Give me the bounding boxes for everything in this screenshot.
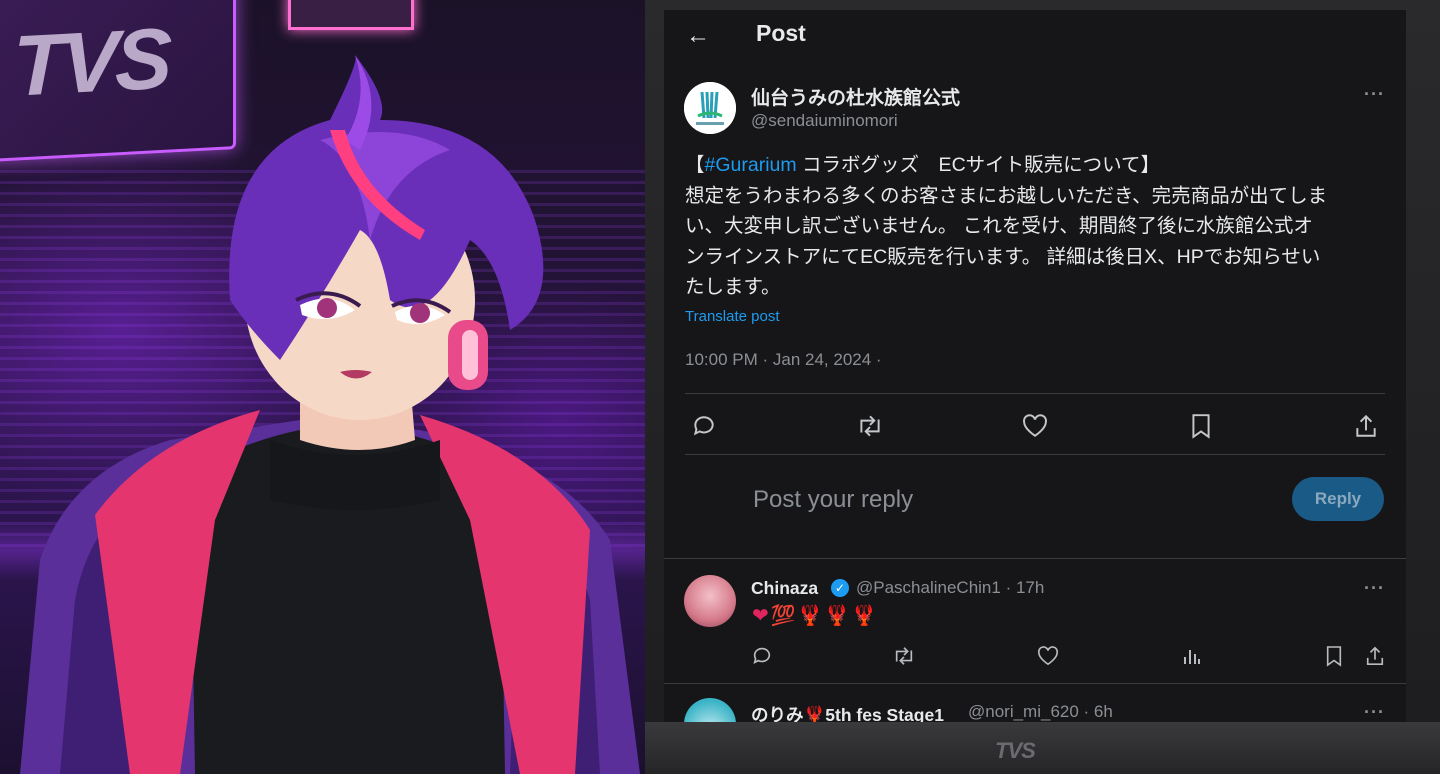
share-icon[interactable]: [1350, 410, 1382, 442]
share-icon[interactable]: [1363, 644, 1387, 668]
post-line-4: ンラインストアにてEC販売を行います。 詳細は後日X、HPでお知らせい: [685, 245, 1321, 268]
repost-icon[interactable]: [854, 410, 886, 442]
reply-avatar[interactable]: [684, 575, 736, 627]
author-display-name[interactable]: 仙台うみの杜水族館公式: [751, 83, 960, 110]
reply-author-name[interactable]: Chinaza: [751, 578, 818, 599]
verified-badge-icon: ✓: [831, 579, 849, 597]
post-timestamp: 10:00 PM · Jan 24, 2024 ·: [685, 350, 882, 369]
reply-icon[interactable]: [688, 410, 720, 442]
post-line-5: たします。: [685, 276, 781, 298]
views-icon[interactable]: [1180, 644, 1204, 668]
monitor-bezel: [645, 722, 1440, 774]
reply-author-name[interactable]: のりみ🦞5th fes Stage1: [751, 702, 944, 722]
post-detail-screen: ← Post 仙台うみの杜水族館公式 @sendaiuminomori ··· …: [664, 10, 1406, 722]
back-arrow-icon[interactable]: ←: [686, 22, 710, 50]
post-line-1: 【#Gurarium コラボグッズ ECサイト販売について】: [685, 154, 1161, 176]
hashtag-link[interactable]: #Gurarium: [705, 154, 797, 176]
more-options-icon[interactable]: ···: [1364, 578, 1385, 599]
divider: [685, 454, 1385, 455]
reply-button[interactable]: Reply: [1292, 477, 1384, 521]
reply-handle-time[interactable]: @PaschalineChin1 · 17h: [856, 578, 1044, 598]
reply-avatar[interactable]: [684, 698, 736, 722]
like-icon[interactable]: [1036, 644, 1060, 668]
reply-icon[interactable]: [750, 644, 774, 668]
like-icon[interactable]: [1019, 410, 1051, 442]
translate-post-link[interactable]: Translate post: [685, 308, 780, 325]
post-text: 【#Gurarium コラボグッズ ECサイト販売について】 想定をうわまわる多…: [685, 150, 1385, 303]
divider: [664, 558, 1406, 559]
post-line-2: 想定をうわまわる多くのお客さまにお越しいただき、完売商品が出てしま: [685, 184, 1328, 207]
post-line-3: い、大変申し訳ございません。 これを受け、期間終了後に水族館公式オ: [685, 215, 1313, 237]
repost-icon[interactable]: [892, 644, 916, 668]
reply-text: ❤💯🦞🦞🦞: [752, 605, 879, 627]
monitor-brand-logo: TVS: [995, 738, 1036, 763]
author-handle[interactable]: @sendaiuminomori: [751, 111, 898, 131]
bookmark-icon[interactable]: [1322, 644, 1346, 668]
reply-input[interactable]: Post your reply: [753, 486, 913, 514]
reply-handle-time[interactable]: @nori_mi_620 · 6h: [968, 702, 1113, 722]
more-options-icon[interactable]: ···: [1364, 84, 1385, 105]
aquarium-logo-icon: [684, 82, 736, 134]
author-avatar[interactable]: [684, 82, 736, 134]
vtuber-avatar: [20, 55, 640, 774]
more-options-icon[interactable]: ···: [1364, 702, 1385, 722]
divider: [664, 683, 1406, 684]
bookmark-icon[interactable]: [1185, 410, 1217, 442]
page-title: Post: [756, 20, 806, 46]
divider: [685, 393, 1385, 394]
post-header: ← Post: [664, 10, 1406, 60]
